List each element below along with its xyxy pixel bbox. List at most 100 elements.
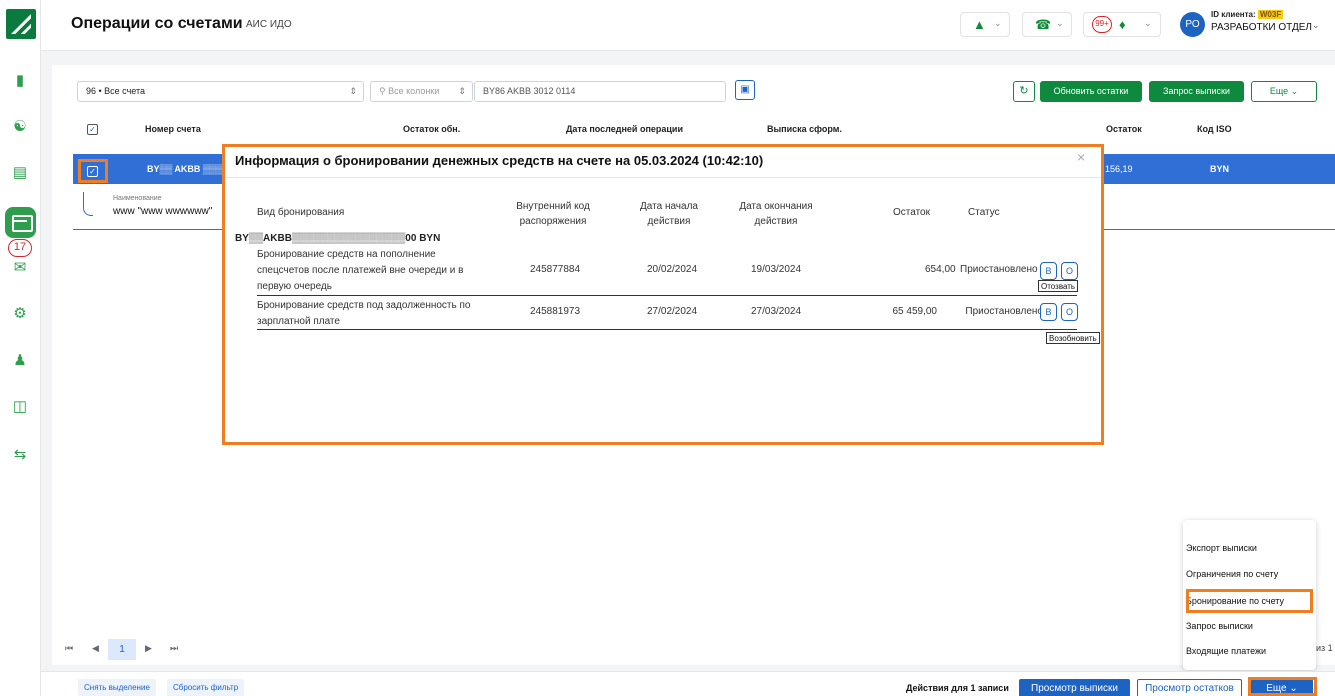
menu-item-account-restrictions[interactable]: Ограничения по счету: [1186, 564, 1313, 584]
request-statement-button[interactable]: Запрос выписки: [1149, 81, 1244, 102]
phone-button[interactable]: ☎ ⌄: [1022, 12, 1072, 37]
avatar[interactable]: РО: [1180, 12, 1205, 37]
save-icon[interactable]: ▣: [735, 80, 755, 100]
search-icon: ⚲: [379, 86, 386, 96]
subrow-label: Наименование: [113, 195, 162, 202]
client-id: ID клиента: W03F: [1211, 10, 1284, 19]
ledger-icon[interactable]: ▤: [11, 164, 29, 182]
row-divider: [257, 295, 1077, 296]
clear-selection-button[interactable]: Снять выделение: [78, 679, 156, 696]
handshake-icon[interactable]: ☯: [11, 118, 29, 136]
column-select-value: Все колонки: [388, 86, 440, 96]
document-icon[interactable]: ▮: [11, 72, 29, 90]
page-number[interactable]: 1: [108, 639, 136, 660]
menu-item-export-statement[interactable]: Экспорт выписки: [1186, 538, 1313, 558]
mcol-start: Дата начала действия: [640, 201, 698, 227]
col-account[interactable]: Номер счета: [145, 124, 201, 134]
resume-button-1[interactable]: В: [1040, 262, 1057, 280]
bank-logo[interactable]: [6, 9, 36, 39]
row-iso: BYN: [1210, 164, 1230, 174]
revoke-button-1[interactable]: О: [1061, 262, 1078, 280]
reset-filter-button[interactable]: Сбросить фильтр: [167, 679, 245, 696]
modal-account-line: BY▒▒AKBB▒▒▒▒▒▒▒▒▒▒▒▒▒▒▒▒00 BYN: [235, 233, 441, 244]
mcol-balance: Остаток: [893, 207, 930, 218]
client-id-value: W03F: [1257, 10, 1284, 19]
account-select-value: 96 • Все счета: [86, 86, 145, 96]
client-id-label: ID клиента:: [1211, 10, 1256, 19]
reservation-balance-1: 654,00: [925, 264, 956, 275]
last-page-icon[interactable]: ⏭: [170, 643, 178, 654]
highlight-menu-item: [1186, 589, 1313, 613]
page-of-text: из 1: [1316, 643, 1333, 653]
notifications-button[interactable]: 99+ ♦ ⌄: [1083, 12, 1161, 37]
next-page-icon[interactable]: ▶: [145, 643, 152, 654]
account-select[interactable]: 96 • Все счета ⇕: [77, 81, 364, 102]
select-all-checkbox[interactable]: ✓: [87, 124, 98, 135]
notification-count-badge: 99+: [1092, 16, 1112, 33]
sidebar-badge: 17: [8, 239, 32, 257]
refresh-icon[interactable]: ↻: [1013, 81, 1035, 102]
gear-icon[interactable]: ⚙: [11, 305, 29, 323]
view-balances-button[interactable]: Просмотр остатков: [1137, 679, 1242, 696]
actions-for-label: Действия для 1 записи: [906, 683, 1009, 693]
rating-button[interactable]: ▲ ⌄: [960, 12, 1010, 37]
subrow-value: www "www wwwwww": [113, 206, 213, 217]
resume-button-2[interactable]: В: [1040, 303, 1057, 321]
bell-icon: ♦: [1119, 17, 1126, 32]
reservation-code-2: 245881973: [530, 306, 581, 317]
page-title: Операции со счетами: [71, 15, 243, 32]
user-settings-icon[interactable]: ♟: [11, 352, 29, 370]
reservation-modal: Информация о бронировании денежных средс…: [222, 144, 1104, 445]
menu-item-request-statement[interactable]: Запрос выписки: [1186, 616, 1313, 636]
revoke-button-2[interactable]: О: [1061, 303, 1078, 321]
modal-divider: [225, 177, 1101, 178]
mail-icon[interactable]: ✉: [11, 259, 29, 277]
reservation-status-2: Приостановлено: [965, 306, 1043, 317]
search-input[interactable]: BY86 AKBB 3012 0114: [474, 81, 726, 102]
col-balance[interactable]: Остаток: [1106, 124, 1142, 134]
reservation-code-1: 245877884: [530, 264, 581, 275]
updown-icon: ⇕: [349, 86, 357, 96]
row-balance: 156,19: [1105, 164, 1133, 174]
tree-connector: [83, 192, 93, 216]
col-iso[interactable]: Код ISO: [1197, 124, 1232, 134]
col-statement-formed[interactable]: Выписка сформ.: [767, 124, 842, 134]
chevron-down-icon: ⌄: [1056, 18, 1064, 28]
reservation-balance-2: 65 459,00: [892, 306, 938, 317]
phone-icon: ☎: [1035, 17, 1052, 32]
view-statement-button[interactable]: Просмотр выписки: [1019, 679, 1130, 696]
updown-icon: ⇕: [458, 86, 466, 96]
mcol-end: Дата окончания действия: [739, 201, 813, 227]
col-last-operation[interactable]: Дата последней операции: [566, 124, 683, 134]
tooltip-resume: Возобновить: [1046, 332, 1100, 344]
mcol-code: Внутренний код распоряжения: [516, 201, 590, 227]
reservation-status-1: Приостановлено: [960, 264, 1038, 275]
modal-title: Информация о бронировании денежных средс…: [235, 153, 764, 168]
chevron-down-icon: ⌄: [994, 18, 1002, 28]
prev-page-icon[interactable]: ◀: [92, 643, 99, 654]
first-page-icon[interactable]: ⏮: [65, 643, 73, 654]
reservation-type-2: Бронирование средств под задолженность п…: [257, 300, 471, 327]
row-account: BY▒▒ AKBB ▒▒▒: [147, 164, 223, 174]
transfer-icon[interactable]: ⇆: [11, 446, 29, 464]
more-button[interactable]: Еще ⌄: [1251, 81, 1317, 102]
briefcase-icon[interactable]: ◫: [11, 398, 29, 416]
row-checkbox[interactable]: ✓: [87, 166, 98, 177]
mcol-type: Вид бронирования: [257, 207, 345, 218]
mcol-status: Статус: [968, 207, 1000, 218]
client-name: РАЗРАБОТКИ ОТДЕЛ: [1211, 22, 1312, 33]
reservation-start-1: 20/02/2024: [647, 264, 698, 275]
more-button-label: Еще: [1269, 86, 1289, 96]
col-balance-updated[interactable]: Остаток обн.: [403, 124, 460, 134]
menu-item-incoming-payments[interactable]: Входящие платежи: [1186, 641, 1313, 661]
highlight-more-button: [1248, 677, 1317, 696]
page-subtitle: АИС ИДО: [246, 19, 292, 30]
chevron-down-icon[interactable]: ⌄: [1312, 20, 1320, 31]
accounts-card-icon[interactable]: [5, 207, 36, 238]
column-select[interactable]: ⚲ Все колонки ⇕: [370, 81, 473, 102]
close-icon[interactable]: ×: [1077, 149, 1085, 165]
tooltip-revoke: Отозвать: [1038, 280, 1079, 292]
refresh-balances-button[interactable]: Обновить остатки: [1040, 81, 1142, 102]
thumbs-up-icon: ▲: [973, 17, 986, 32]
reservation-start-2: 27/02/2024: [647, 306, 698, 317]
